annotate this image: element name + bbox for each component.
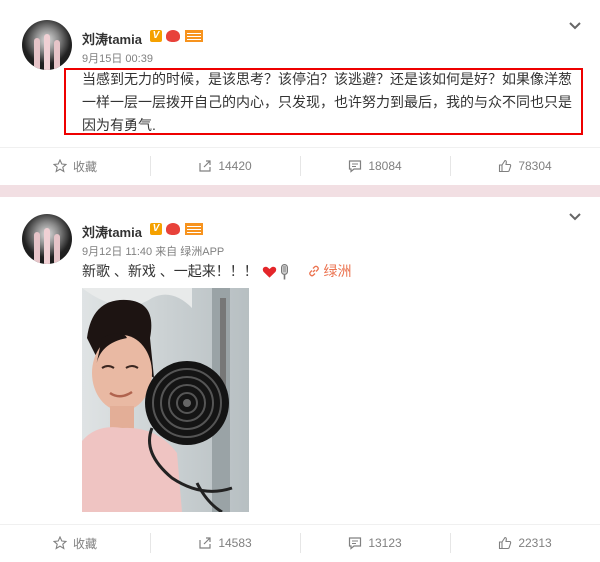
like-icon (499, 536, 512, 550)
avatar[interactable] (22, 214, 72, 264)
verified-badge: V (150, 223, 162, 235)
highlight-box (64, 68, 583, 135)
repost-button[interactable]: 14583 (150, 524, 300, 562)
location-link[interactable]: 绿洲 (308, 263, 352, 279)
repost-button[interactable]: 14420 (150, 147, 300, 185)
crown-badge-icon (166, 30, 180, 42)
favorite-label: 收藏 (72, 159, 97, 174)
author-name[interactable]: 刘涛tamia (82, 222, 142, 241)
action-bar: 收藏 14420 18084 78304 (0, 147, 600, 185)
favorite-button[interactable]: 收藏 (0, 524, 150, 562)
favorite-button[interactable]: 收藏 (0, 147, 150, 185)
repost-count: 14420 (218, 159, 252, 173)
weibo-post-2: 刘涛tamia V 9月12日 11:40 来自 绿洲APP 新歌 、新戏 、一… (0, 197, 600, 562)
comment-button[interactable]: 13123 (300, 524, 450, 562)
heart-icon (262, 267, 276, 278)
location-label: 绿洲 (323, 263, 352, 279)
like-button[interactable]: 22313 (450, 524, 600, 562)
repost-count: 14583 (218, 536, 252, 550)
like-count: 22313 (518, 536, 552, 550)
verified-badge: V (150, 30, 162, 42)
post-photo[interactable] (82, 288, 249, 512)
vip-badge-icon (185, 223, 203, 235)
action-bar: 收藏 14583 13123 22313 (0, 524, 600, 562)
post-text: 新歌 、新戏 、一起来！！！ (82, 263, 258, 279)
chevron-down-icon[interactable] (568, 211, 582, 225)
avatar[interactable] (22, 20, 72, 70)
post-time[interactable]: 9月12日 11:40 (82, 246, 152, 258)
chevron-down-icon[interactable] (568, 20, 582, 34)
microphone-icon (280, 264, 288, 280)
photo-image (82, 288, 249, 512)
like-count: 78304 (518, 159, 552, 173)
repost-icon (199, 160, 211, 172)
author-name[interactable]: 刘涛tamia (82, 29, 142, 48)
comment-icon (349, 160, 362, 173)
star-icon (52, 536, 67, 550)
comment-icon (349, 537, 362, 550)
post-source[interactable]: 来自 绿洲APP (155, 246, 224, 258)
star-icon (52, 159, 67, 173)
favorite-label: 收藏 (72, 536, 97, 551)
like-icon (499, 159, 512, 173)
crown-badge-icon (166, 223, 180, 235)
post-time[interactable]: 9月15日 00:39 (82, 50, 153, 66)
comment-count: 13123 (368, 536, 402, 550)
comment-button[interactable]: 18084 (300, 147, 450, 185)
weibo-post-1: 刘涛tamia V 9月15日 00:39 当感到无力的时候，是该思考？该停泊？… (0, 0, 600, 185)
link-icon (308, 265, 319, 277)
repost-icon (199, 537, 211, 549)
like-button[interactable]: 78304 (450, 147, 600, 185)
comment-count: 18084 (368, 159, 402, 173)
vip-badge-icon (185, 30, 203, 42)
